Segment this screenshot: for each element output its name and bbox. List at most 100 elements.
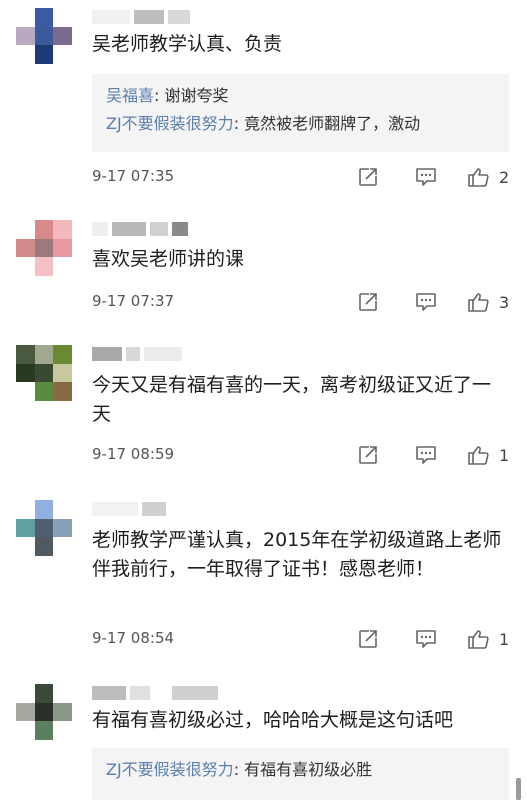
scrollbar[interactable] [516,778,521,800]
like-count: 2 [499,167,510,187]
avatar-pixel [16,363,35,383]
avatar-pixel [34,45,54,64]
avatar-pixel [34,684,54,703]
like-button[interactable]: 1 [467,443,509,467]
like-count: 3 [499,292,510,312]
avatar-pixel [34,8,54,27]
thumbs-up-icon [467,444,491,466]
comment-meta: 9-17 08:54 1 [92,627,511,651]
comment-time: 9-17 08:54 [92,629,175,647]
avatar-pixel [53,721,72,740]
avatar-pixel [16,45,35,64]
reply-item[interactable]: ZJ不要假装很努力: 竟然被老师翻牌了，激动 [106,110,509,138]
like-count: 1 [499,445,510,465]
avatar-pixel [16,8,35,27]
username-blurred[interactable] [92,347,182,361]
avatar-pixel [16,257,35,276]
reply-item[interactable]: 吴福喜: 谢谢夸奖 [106,82,509,110]
avatar-pixel [34,220,54,239]
like-button[interactable]: 2 [467,165,509,189]
avatar-pixel [53,345,72,364]
reply-button[interactable] [414,165,438,189]
avatar-pixel [16,238,35,258]
reply-author[interactable]: ZJ不要假装很努力 [106,114,234,133]
avatar-pixel [16,26,35,46]
avatar-pixel [53,238,72,258]
avatar-pixel [53,8,72,27]
avatar-pixel [34,500,54,519]
reply-button[interactable] [414,290,438,314]
avatar[interactable] [16,220,72,276]
avatar-pixel [16,220,35,239]
share-button[interactable] [357,627,379,651]
share-button[interactable] [357,165,379,189]
avatar[interactable] [16,345,72,401]
thumbs-up-icon [467,628,491,650]
username-blurred[interactable] [92,222,188,236]
comment-time: 9-17 07:35 [92,167,175,185]
reply-text: 竟然被老师翻牌了，激动 [244,114,421,133]
avatar-pixel [34,702,54,722]
like-count: 1 [499,629,510,649]
comment-text: 今天又是有福有喜的一天，离考初级证又近了一天 [92,374,492,425]
reply-author[interactable]: ZJ不要假装很努力 [106,760,234,779]
avatar-pixel [53,220,72,239]
avatar-pixel [53,702,72,722]
avatar-pixel [16,518,35,538]
avatar[interactable] [16,500,72,556]
avatar-pixel [34,26,54,46]
avatar[interactable] [16,8,72,64]
avatar[interactable] [16,684,72,740]
share-button[interactable] [357,290,379,314]
avatar-pixel [34,537,54,556]
comment-time: 9-17 07:37 [92,292,175,310]
reply-author[interactable]: 吴福喜 [106,86,154,105]
avatar-pixel [16,721,35,740]
comment-text: 喜欢吴老师讲的课 [92,248,245,270]
reply-separator: : [233,760,245,779]
avatar-pixel [34,518,54,538]
reply-separator: : [233,114,245,133]
comment-meta: 9-17 07:35 2 [92,165,511,189]
avatar-pixel [53,500,72,519]
reply-button[interactable] [414,627,438,651]
avatar-pixel [53,26,72,46]
reply-text: 谢谢夸奖 [164,86,229,105]
avatar-pixel [16,702,35,722]
comment-meta: 9-17 07:37 3 [92,290,511,314]
reply-button[interactable] [414,443,438,467]
share-icon [357,166,379,188]
username-blurred[interactable] [92,502,166,516]
share-icon [357,628,379,650]
reply-box[interactable]: ZJ不要假装很努力: 有福有喜初级必胜 [92,748,509,800]
avatar-pixel [16,382,35,401]
username-blurred[interactable] [92,10,190,24]
like-button[interactable]: 1 [467,627,509,651]
avatar-pixel [53,363,72,383]
avatar-pixel [16,345,35,364]
avatar-pixel [53,537,72,556]
avatar-pixel [53,257,72,276]
comment-icon [414,628,438,650]
avatar-pixel [53,518,72,538]
avatar-pixel [34,345,54,364]
avatar-pixel [34,257,54,276]
comment-text: 老师教学严谨认真，2015年在学初级道路上老师伴我前行，一年取得了证书！感恩老师… [92,529,502,580]
thumbs-up-icon [467,291,491,313]
like-button[interactable]: 3 [467,290,509,314]
avatar-pixel [34,363,54,383]
avatar-pixel [16,537,35,556]
reply-separator: : [154,86,165,105]
share-icon [357,291,379,313]
avatar-pixel [16,684,35,703]
avatar-pixel [34,382,54,401]
reply-item[interactable]: ZJ不要假装很努力: 有福有喜初级必胜 [106,756,509,784]
share-icon [357,444,379,466]
username-blurred[interactable] [92,686,218,700]
share-button[interactable] [357,443,379,467]
reply-box[interactable]: 吴福喜: 谢谢夸奖 ZJ不要假装很努力: 竟然被老师翻牌了，激动 [92,74,509,152]
comment-time: 9-17 08:59 [92,445,175,463]
thumbs-up-icon [467,166,491,188]
comment-icon [414,291,438,313]
reply-text: 有福有喜初级必胜 [244,760,373,779]
